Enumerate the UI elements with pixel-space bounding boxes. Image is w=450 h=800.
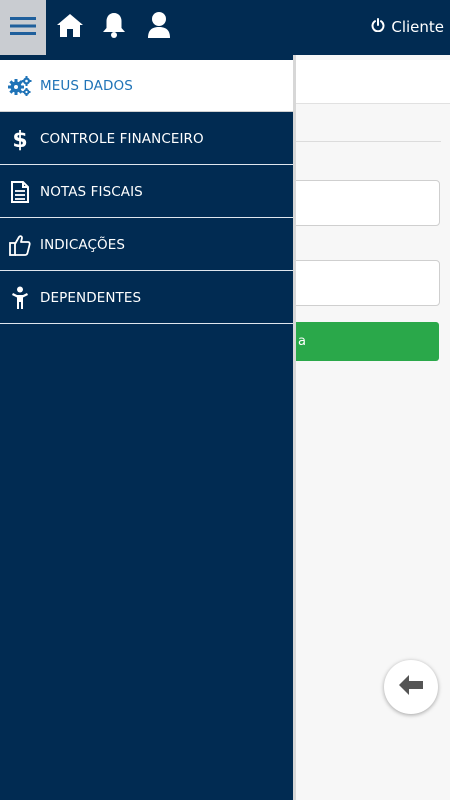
menu-item-dependentes[interactable]: DEPENDENTES	[0, 272, 293, 324]
document-icon	[0, 166, 40, 218]
menu-item-label: MEUS DADOS	[40, 77, 133, 94]
menu-item-notas-fiscais[interactable]: NOTAS FISCAIS	[0, 166, 293, 218]
menu-item-label: INDICAÇÕES	[40, 236, 126, 253]
top-bar: Cliente	[0, 0, 450, 55]
thumbs-up-icon	[0, 219, 40, 271]
submit-button-label: a	[298, 334, 306, 349]
back-button[interactable]	[384, 660, 438, 714]
menu-item-label: NOTAS FISCAIS	[40, 183, 143, 200]
page-header	[295, 60, 450, 104]
form-field-2[interactable]	[290, 260, 440, 306]
menu-item-label: DEPENDENTES	[40, 289, 142, 306]
menu-item-indicacoes[interactable]: INDICAÇÕES	[0, 219, 293, 271]
arrow-left-icon	[397, 673, 425, 701]
hamburger-menu-icon	[10, 16, 36, 40]
user-icon	[146, 11, 172, 43]
power-icon	[371, 18, 385, 36]
menu-item-meus-dados[interactable]: MEUS DADOS	[0, 60, 293, 112]
client-label: Cliente	[391, 18, 444, 36]
home-button[interactable]	[55, 12, 85, 42]
client-logout-button[interactable]: Cliente	[371, 16, 444, 38]
page-divider	[295, 141, 441, 142]
form-field-1[interactable]	[290, 180, 440, 226]
bell-icon	[101, 11, 127, 43]
side-drawer: MEUS DADOS $ CONTROLE FINANCEIRO NOTAS F…	[0, 55, 293, 800]
dollar-icon: $	[0, 113, 40, 165]
menu-item-controle-financeiro[interactable]: $ CONTROLE FINANCEIRO	[0, 113, 293, 165]
home-icon	[56, 12, 84, 42]
menu-item-label: CONTROLE FINANCEIRO	[40, 130, 204, 147]
submit-button[interactable]: a	[290, 322, 439, 361]
drawer-edge	[293, 55, 296, 800]
person-icon	[0, 272, 40, 324]
gears-icon	[0, 60, 40, 112]
notifications-button[interactable]	[99, 12, 129, 42]
svg-text:$: $	[13, 128, 27, 151]
menu-toggle-button[interactable]	[0, 0, 46, 55]
profile-button[interactable]	[144, 12, 174, 42]
